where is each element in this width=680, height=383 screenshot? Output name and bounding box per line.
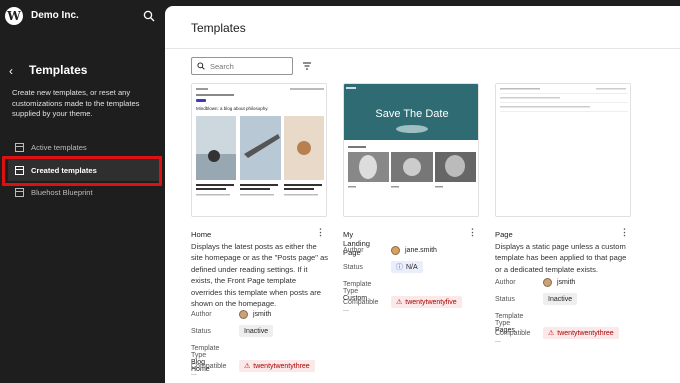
template-type-label-text: Template Type <box>495 313 524 327</box>
compatible-theme-name: twentytwentythree <box>557 329 614 337</box>
status-label: Status <box>191 328 211 335</box>
author-label: Author <box>191 311 212 318</box>
search-icon[interactable] <box>143 10 155 22</box>
sidebar-item-label: Bluehost Blueprint <box>31 187 93 197</box>
back-chevron-icon[interactable]: ‹ <box>9 64 13 78</box>
sidebar-item-label: Active templates <box>31 142 87 152</box>
warning-icon: ⚠ <box>244 363 251 370</box>
author-value: jsmith <box>239 310 271 319</box>
author-name: jsmith <box>253 311 272 318</box>
sidebar-item-active-templates[interactable]: Active templates <box>8 136 160 158</box>
more-options-icon[interactable]: ⋮ <box>620 227 629 238</box>
main-content: Templates Mindblown: a blog about philos… <box>165 6 680 383</box>
avatar <box>239 310 248 319</box>
warning-icon: ⚠ <box>396 299 403 306</box>
highlight-box <box>2 156 162 186</box>
author-name: jane.smith <box>405 247 437 254</box>
search-input[interactable] <box>210 61 290 71</box>
status-badge: ⓘ N/A <box>391 261 423 273</box>
sidebar: W Demo Inc. ‹ Templates Create new templ… <box>0 0 165 383</box>
landing-preview-heading: Save The Date <box>375 108 448 120</box>
more-options-icon[interactable]: ⋮ <box>468 227 477 238</box>
site-name[interactable]: Demo Inc. <box>31 10 79 21</box>
template-description: Displays the latest posts as either the … <box>191 242 329 309</box>
status-label: Status <box>343 264 363 271</box>
avatar <box>391 246 400 255</box>
page-title: Templates <box>191 21 246 35</box>
site-editor: W Demo Inc. ‹ Templates Create new templ… <box>0 0 680 383</box>
compatible-theme-name: twentytwentyfive <box>405 298 457 306</box>
compatible-theme-badge: ⚠ twentytwentythree <box>239 360 315 372</box>
template-type-label-text: Template Type <box>343 281 372 295</box>
home-preview-image: Mindblown: a blog about philosophy. <box>192 84 326 216</box>
template-title[interactable]: Home <box>191 230 211 239</box>
sidebar-title: Templates <box>29 63 88 77</box>
home-preview-heading: Mindblown: a blog about philosophy. <box>196 106 268 111</box>
compatible-label: Compatible ... <box>191 363 227 377</box>
landing-preview-image: Save The Date <box>344 84 478 216</box>
layout-icon <box>15 187 24 197</box>
info-icon: ⓘ <box>396 264 403 271</box>
compatible-label: Compatible ... <box>495 330 531 344</box>
compatible-theme-badge: ⚠ twentytwentyfive <box>391 296 462 308</box>
warning-icon: ⚠ <box>548 330 555 337</box>
status-value: N/A <box>406 263 418 271</box>
status-badge: Inactive <box>543 293 578 305</box>
search-field[interactable] <box>191 57 293 75</box>
compatible-theme-badge: ⚠ twentytwentythree <box>543 327 619 339</box>
status-label: Status <box>495 296 515 303</box>
template-description: Displays a static page unless a custom t… <box>495 242 627 274</box>
page-preview-image <box>496 84 630 216</box>
status-badge: Inactive <box>239 325 274 337</box>
filter-icon[interactable] <box>302 61 312 71</box>
template-preview[interactable] <box>495 83 631 217</box>
author-label: Author <box>495 279 516 286</box>
more-options-icon[interactable]: ⋮ <box>316 227 325 238</box>
template-type-label-text: Template Type <box>191 345 220 359</box>
template-preview[interactable]: Save The Date <box>343 83 479 217</box>
author-value: jane.smith <box>391 246 437 255</box>
search-icon <box>197 62 205 70</box>
author-name: jsmith <box>557 279 576 286</box>
author-label: Author <box>343 247 364 254</box>
layout-icon <box>15 142 24 152</box>
wordpress-logo-icon[interactable]: W <box>5 7 23 25</box>
compatible-label: Compatible ... <box>343 299 379 313</box>
author-value: jsmith <box>543 278 575 287</box>
header-divider <box>165 48 680 49</box>
sidebar-description: Create new templates, or reset any custo… <box>12 88 140 118</box>
compatible-theme-name: twentytwentythree <box>253 362 310 370</box>
template-title[interactable]: Page <box>495 230 513 239</box>
template-preview[interactable]: Mindblown: a blog about philosophy. <box>191 83 327 217</box>
avatar <box>543 278 552 287</box>
